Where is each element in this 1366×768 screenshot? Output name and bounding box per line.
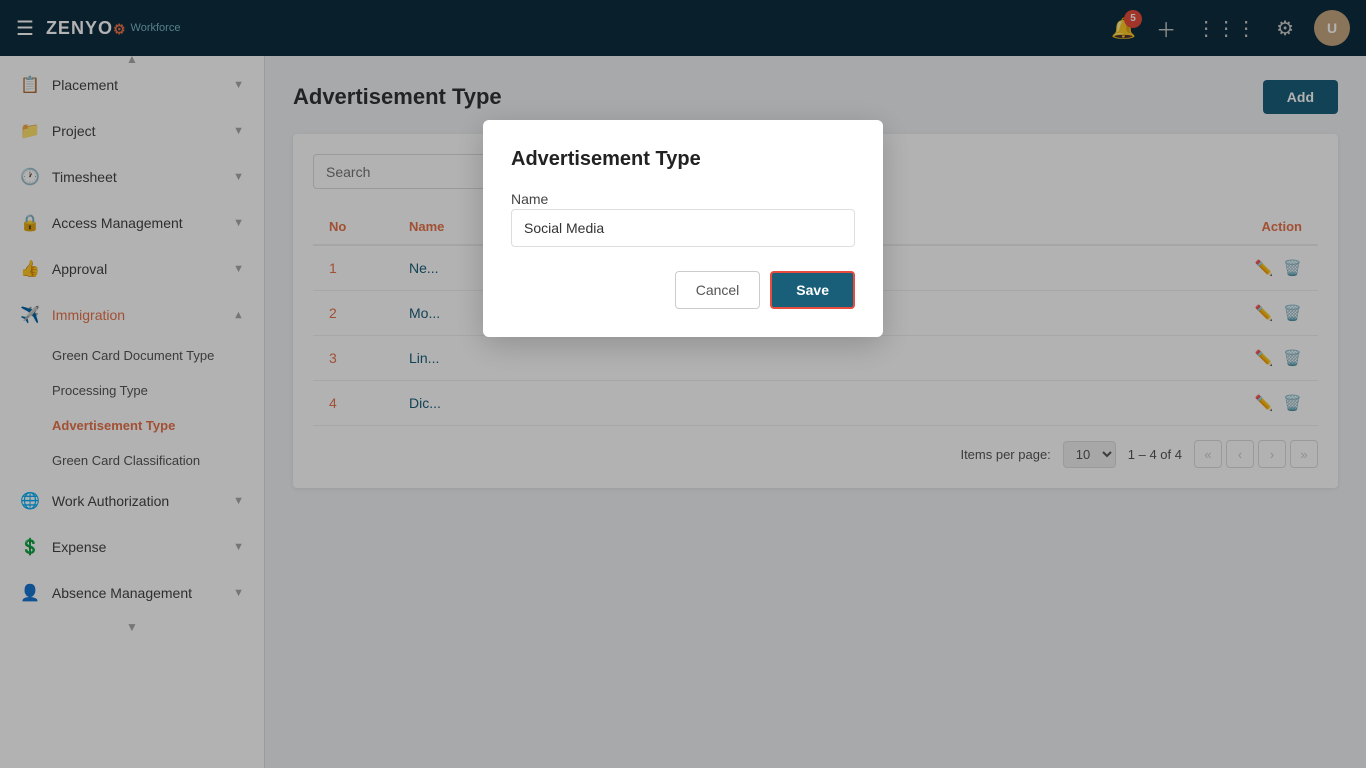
modal-name-input[interactable]	[511, 209, 855, 247]
modal-actions: Cancel Save	[511, 271, 855, 309]
modal-title: Advertisement Type	[511, 148, 855, 171]
cancel-button[interactable]: Cancel	[675, 271, 761, 309]
save-button[interactable]: Save	[770, 271, 855, 309]
advertisement-type-modal: Advertisement Type Name Cancel Save	[483, 120, 883, 337]
modal-overlay: Advertisement Type Name Cancel Save	[0, 0, 1366, 768]
modal-name-label: Name	[511, 191, 548, 207]
